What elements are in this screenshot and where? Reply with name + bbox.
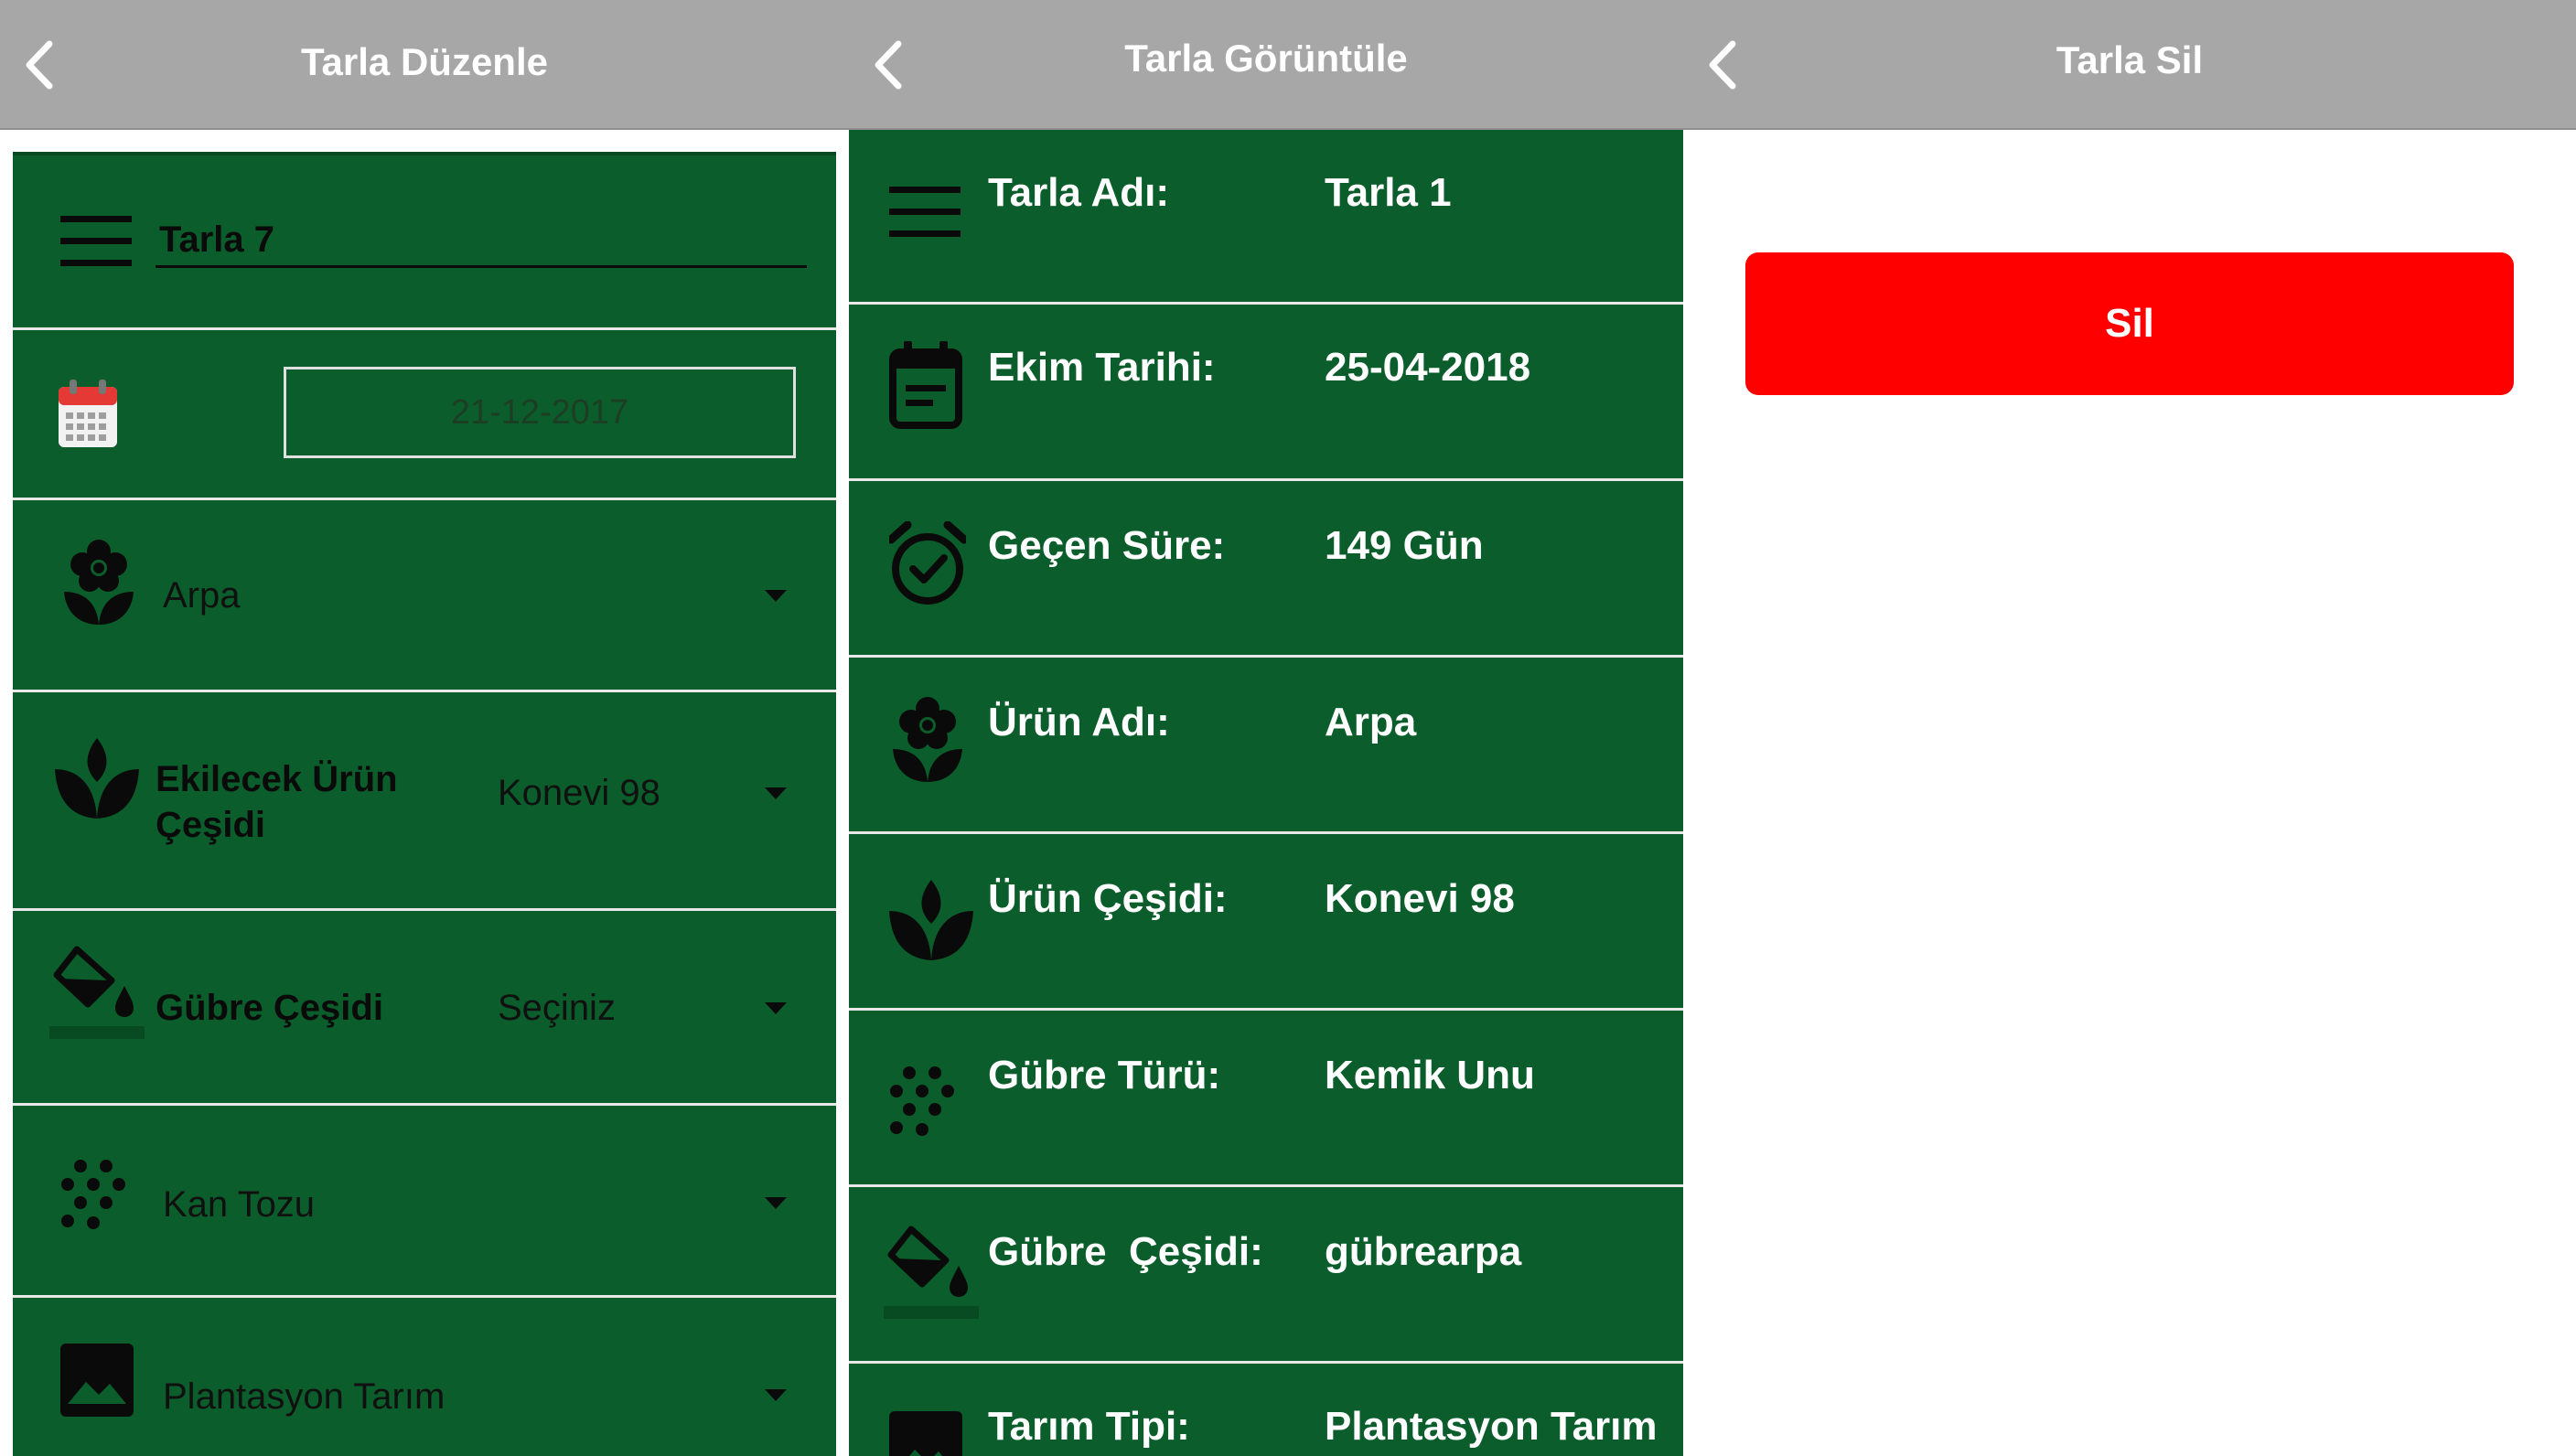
paint-bucket-icon — [884, 1224, 979, 1319]
detail-value: 25-04-2018 — [1325, 345, 1531, 390]
edit-field-screen: Tarla Düzenle Tarla 7 21-12-2017 Arpa Ek… — [0, 0, 849, 1456]
detail-label: Geçen Süre: — [988, 523, 1226, 568]
dropdown-arrow-icon[interactable] — [765, 1002, 787, 1014]
detail-value: Plantasyon Tarım — [1325, 1404, 1658, 1449]
alarm-check-icon — [889, 521, 966, 605]
detail-row: Ürün Adı: Arpa — [849, 658, 1683, 834]
detail-label: Ürün Adı: — [988, 700, 1170, 744]
variety-label: Ekilecek Ürün Çeşidi — [156, 759, 398, 845]
detail-value: Konevi 98 — [1325, 876, 1515, 921]
dropdown-arrow-icon[interactable] — [765, 1389, 787, 1401]
fertilizer-type-select-row[interactable]: Kan Tozu — [13, 1106, 836, 1298]
sprout-icon — [55, 738, 139, 819]
detail-value: Tarla 1 — [1325, 170, 1452, 215]
fertilizer-select-row[interactable]: Gübre Çeşidi Seçiniz — [13, 911, 836, 1106]
variety-select-row[interactable]: Ekilecek Ürün Çeşidi Konevi 98 — [13, 692, 836, 911]
page-title: Tarla Görüntüle — [1124, 37, 1408, 80]
paint-bucket-icon — [49, 944, 145, 1039]
image-icon — [889, 1411, 962, 1456]
detail-row: Ekim Tarihi: 25-04-2018 — [849, 305, 1683, 481]
detail-row: Tarım Tipi: Plantasyon Tarım — [849, 1364, 1683, 1456]
detail-value: Kemik Unu — [1325, 1053, 1535, 1097]
detail-row: Geçen Süre: 149 Gün — [849, 481, 1683, 658]
menu-icon — [60, 216, 132, 267]
sowing-date-field[interactable]: 21-12-2017 — [284, 367, 796, 458]
dots-icon — [889, 1065, 962, 1139]
farming-type-value: Plantasyon Tarım — [163, 1376, 445, 1417]
delete-button[interactable]: Sil — [1745, 252, 2514, 395]
view-field-screen: Tarla Görüntüle Tarla Adı: Tarla 1 Ekim … — [849, 0, 1683, 1456]
sprout-icon — [889, 880, 973, 960]
detail-label: Tarla Adı: — [988, 170, 1170, 215]
farming-type-select-row[interactable]: Plantasyon Tarım — [13, 1298, 836, 1456]
detail-row: Gübre Türü: Kemik Unu — [849, 1011, 1683, 1187]
crop-select-row[interactable]: Arpa — [13, 500, 836, 692]
detail-row: Gübre Çeşidi: gübrearpa — [849, 1187, 1683, 1364]
calendar-icon — [889, 341, 962, 429]
dropdown-arrow-icon[interactable] — [765, 787, 787, 799]
detail-label: Tarım Tipi: — [988, 1404, 1190, 1449]
image-icon — [60, 1344, 134, 1417]
dropdown-arrow-icon[interactable] — [765, 590, 787, 602]
detail-label: Ürün Çeşidi: — [988, 876, 1228, 921]
app-bar: Tarla Düzenle — [0, 0, 849, 130]
calendar-icon — [57, 380, 119, 449]
field-name-input[interactable] — [156, 214, 807, 268]
detail-label: Gübre Türü: — [988, 1053, 1221, 1097]
edit-form-card: 21-12-2017 Arpa Eki — [13, 152, 836, 1456]
flower-icon — [60, 539, 137, 626]
field-name-row — [13, 155, 836, 330]
crop-value: Arpa — [163, 575, 241, 616]
dots-icon — [60, 1159, 134, 1232]
detail-value: Arpa — [1325, 700, 1417, 744]
detail-value: gübrearpa — [1325, 1229, 1522, 1274]
page-title: Tarla Sil — [2055, 38, 2204, 81]
detail-label: Gübre Çeşidi: — [988, 1229, 1263, 1274]
detail-label: Ekim Tarihi: — [988, 345, 1216, 390]
flower-icon — [889, 696, 966, 784]
sowing-date-row: 21-12-2017 — [13, 330, 836, 500]
dropdown-arrow-icon[interactable] — [765, 1197, 787, 1209]
detail-value: 149 Gün — [1325, 523, 1484, 568]
delete-field-screen: Tarla Sil Sil — [1683, 0, 2576, 1456]
app-bar: Tarla Görüntüle — [849, 0, 1683, 130]
page-title: Tarla Düzenle — [301, 40, 548, 83]
fertilizer-type-value: Kan Tozu — [163, 1184, 316, 1225]
fertilizer-value: Seçiniz — [498, 988, 616, 1028]
menu-icon — [889, 187, 961, 238]
app-bar: Tarla Sil — [1683, 0, 2576, 130]
variety-value: Konevi 98 — [498, 773, 660, 813]
detail-row: Ürün Çeşidi: Konevi 98 — [849, 834, 1683, 1011]
detail-row: Tarla Adı: Tarla 1 — [849, 130, 1683, 305]
fertilizer-label: Gübre Çeşidi — [156, 988, 383, 1028]
